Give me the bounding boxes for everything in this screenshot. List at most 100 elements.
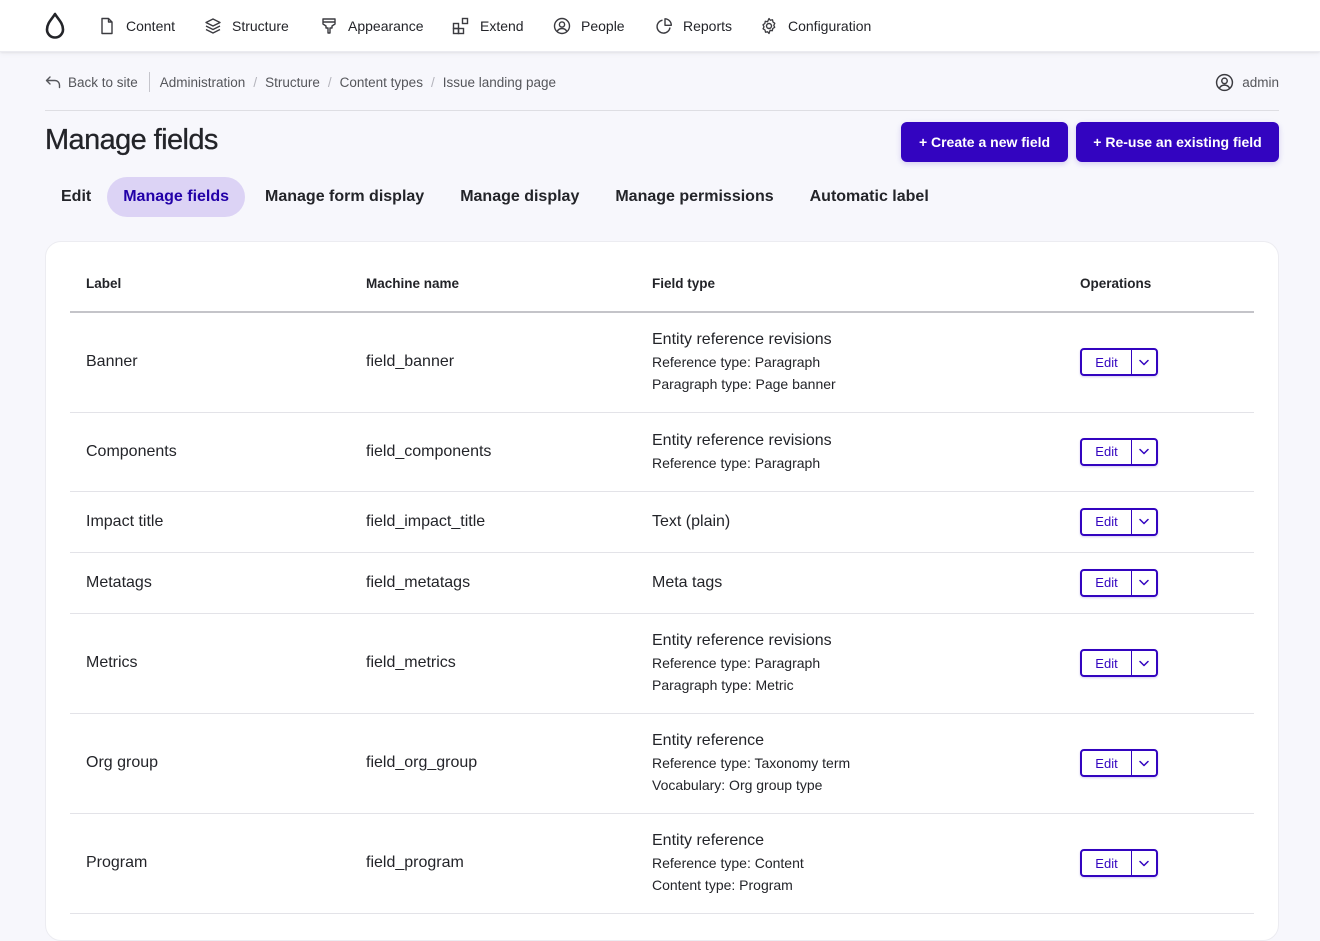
gear-icon — [762, 17, 776, 35]
field-type-cell: Entity reference revisions Reference typ… — [652, 613, 1080, 714]
table-row: Metrics field_metrics Entity reference r… — [70, 613, 1254, 714]
field-machine-name: field_banner — [366, 312, 652, 413]
drupal-drop-icon[interactable] — [43, 12, 67, 40]
field-type-detail: Paragraph type: Page banner — [652, 376, 836, 393]
layers-icon — [205, 18, 221, 34]
field-machine-name: field_impact_title — [366, 491, 652, 553]
header-field-type: Field type — [652, 242, 1080, 313]
field-label: Impact title — [70, 491, 366, 553]
operations-toggle[interactable] — [1132, 851, 1156, 875]
field-type-detail: Reference type: Paragraph — [652, 655, 821, 671]
edit-button[interactable]: Edit — [1082, 651, 1132, 675]
operations-dropbutton: Edit — [1080, 507, 1158, 536]
back-to-site-label: Back to site — [68, 74, 138, 90]
field-type-detail: Content type: Program — [652, 877, 793, 893]
operations-toggle[interactable] — [1132, 651, 1156, 675]
operations-cell: Edit — [1080, 713, 1254, 814]
operations-toggle[interactable] — [1132, 571, 1156, 595]
field-machine-name: field_program — [366, 813, 652, 914]
header-divider — [45, 110, 1279, 111]
create-new-field-button[interactable]: + Create a new field — [901, 122, 1068, 162]
toolbar-item-people[interactable]: People — [553, 0, 625, 52]
chevron-down-icon — [1139, 518, 1149, 525]
toolbar-item-appearance[interactable]: Appearance — [320, 0, 424, 52]
table-row: Components field_components Entity refer… — [70, 412, 1254, 492]
user-name: admin — [1242, 74, 1279, 90]
toolbar-item-reports[interactable]: Reports — [655, 0, 732, 52]
field-machine-name: field_components — [366, 412, 652, 492]
header-machine-name: Machine name — [366, 242, 652, 313]
chevron-down-icon — [1139, 660, 1149, 666]
table-row: Metatags field_metatags Meta tags Edit — [70, 552, 1254, 614]
toolbar-item-content[interactable]: Content — [98, 0, 175, 52]
toolbar-item-structure[interactable]: Structure — [204, 0, 289, 52]
header-label: Label — [70, 242, 366, 313]
operations-toggle[interactable] — [1132, 350, 1156, 374]
table-row: Banner field_banner Entity reference rev… — [70, 312, 1254, 413]
field-type: Entity reference revisions — [652, 431, 832, 449]
edit-button[interactable]: Edit — [1082, 751, 1132, 775]
toolbar-item-label: Reports — [683, 18, 733, 34]
back-arrow-icon — [45, 76, 61, 89]
field-label: Metrics — [70, 613, 366, 714]
edit-button[interactable]: Edit — [1082, 439, 1132, 464]
user-circle-icon — [1216, 73, 1234, 91]
fields-card: Label Machine name Field type Operations… — [45, 241, 1279, 941]
field-type-detail: Reference type: Taxonomy term — [652, 755, 851, 771]
field-machine-name: field_org_group — [366, 713, 652, 814]
breadcrumb: Back to site Administration / Structure … — [45, 70, 556, 94]
edit-button[interactable]: Edit — [1082, 570, 1132, 595]
edit-button[interactable]: Edit — [1082, 509, 1132, 534]
tab-manage-form-display[interactable]: Manage form display — [249, 177, 440, 217]
back-to-site-link[interactable]: Back to site — [45, 75, 138, 90]
toolbar-item-label: Appearance — [348, 18, 424, 34]
field-machine-name: field_metatags — [366, 552, 652, 614]
table-row: Impact title field_impact_title Text (pl… — [70, 491, 1254, 553]
field-type: Entity reference revisions — [652, 632, 832, 649]
operations-toggle[interactable] — [1132, 510, 1156, 534]
operations-toggle[interactable] — [1132, 751, 1156, 775]
edit-button[interactable]: Edit — [1082, 851, 1132, 875]
reuse-existing-field-button[interactable]: + Re-use an existing field — [1076, 122, 1279, 162]
tab-manage-display[interactable]: Manage display — [444, 177, 595, 217]
user-circle-icon — [553, 17, 571, 35]
breadcrumb-content-types[interactable]: Content types — [340, 75, 423, 90]
breadcrumb-separator: / — [327, 74, 332, 90]
field-label: Banner — [70, 312, 366, 413]
breadcrumb-structure[interactable]: Structure — [265, 75, 320, 90]
chevron-down-icon — [1139, 860, 1149, 866]
operations-cell: Edit — [1080, 813, 1254, 914]
breadcrumb-divider — [148, 72, 150, 92]
toolbar-item-extend[interactable]: Extend — [452, 0, 524, 52]
table-row: Org group field_org_group Entity referen… — [70, 713, 1254, 814]
field-type-detail: Reference type: Paragraph — [652, 354, 821, 371]
edit-button[interactable]: Edit — [1082, 350, 1132, 375]
toolbar-item-label: Configuration — [788, 18, 872, 34]
toolbar-item-configuration[interactable]: Configuration — [760, 0, 871, 52]
field-type: Entity reference — [652, 832, 765, 849]
chevron-down-icon — [1139, 448, 1149, 455]
tab-manage-fields[interactable]: Manage fields — [107, 177, 246, 217]
operations-dropbutton: Edit — [1080, 649, 1158, 677]
operations-toggle[interactable] — [1132, 440, 1156, 464]
operations-dropbutton: Edit — [1080, 437, 1158, 466]
chevron-down-icon — [1139, 359, 1149, 365]
field-type-cell: Entity reference revisions Reference typ… — [652, 412, 1080, 492]
field-type-cell: Entity reference revisions Reference typ… — [652, 312, 1080, 413]
field-type-cell: Entity reference Reference type: Content… — [652, 813, 1080, 914]
field-type-detail: Reference type: Content — [652, 855, 804, 871]
tab-automatic-label[interactable]: Automatic label — [794, 177, 945, 217]
fields-table: Label Machine name Field type Operations… — [70, 242, 1254, 914]
field-type-detail: Paragraph type: Metric — [652, 677, 794, 693]
operations-cell: Edit — [1080, 412, 1254, 492]
user-menu[interactable]: admin — [1215, 70, 1279, 94]
field-type: Entity reference — [652, 732, 765, 749]
operations-dropbutton: Edit — [1080, 568, 1158, 597]
tab-manage-permissions[interactable]: Manage permissions — [599, 177, 789, 217]
puzzle-blocks-icon — [452, 17, 469, 35]
field-machine-name: field_metrics — [366, 613, 652, 714]
tab-edit[interactable]: Edit — [45, 177, 107, 217]
operations-cell: Edit — [1080, 312, 1254, 413]
operations-cell: Edit — [1080, 491, 1254, 553]
breadcrumb-administration[interactable]: Administration — [160, 75, 246, 90]
